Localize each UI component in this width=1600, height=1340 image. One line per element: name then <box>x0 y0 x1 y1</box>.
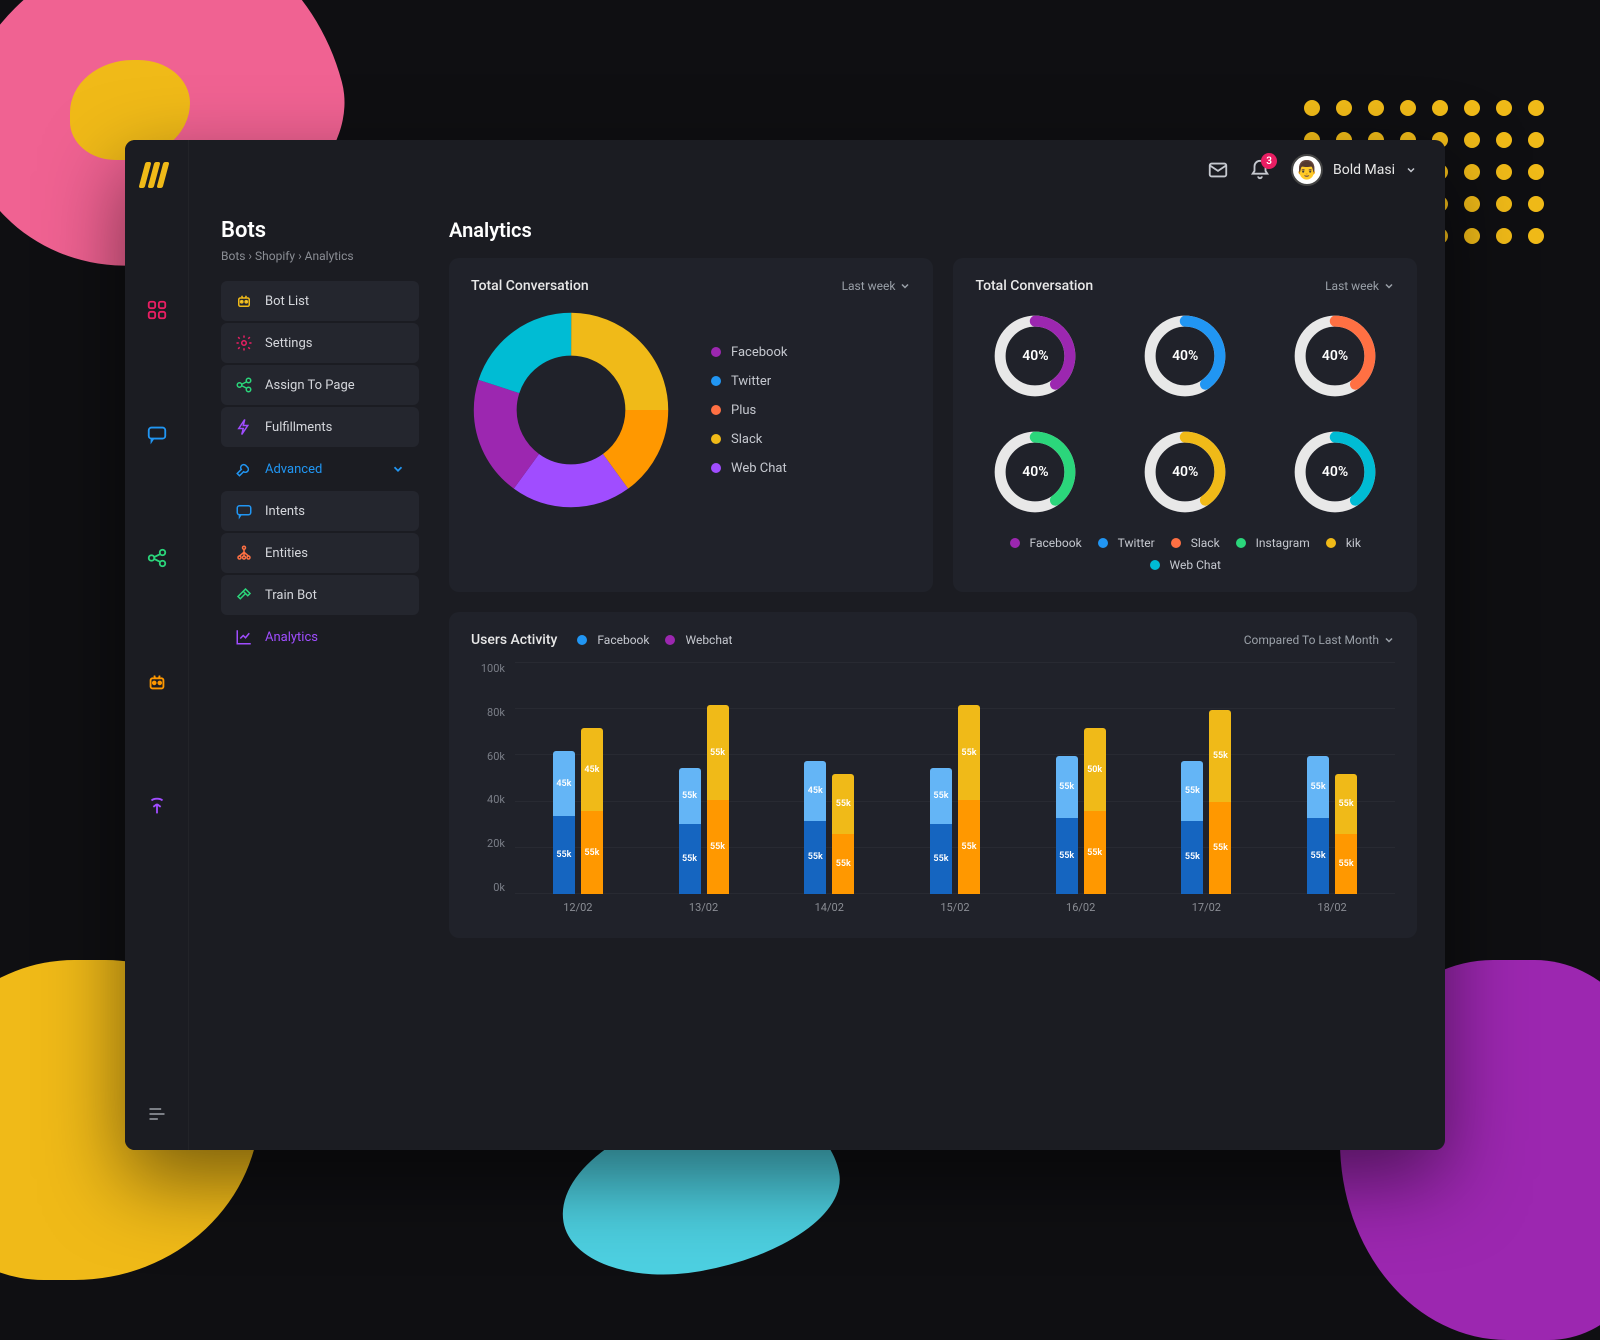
sidebar-item-label: Settings <box>265 336 312 351</box>
sidebar-item-label: Analytics <box>265 630 318 645</box>
tree-icon <box>235 544 253 562</box>
rail-broadcast-icon[interactable] <box>145 794 169 818</box>
dropdown-last-week[interactable]: Last week <box>842 279 912 293</box>
sidebar-item-assign-to-page[interactable]: Assign To Page <box>221 365 419 405</box>
legend-item: Slack <box>711 432 787 447</box>
card-total-conversation-gauges: Total Conversation Last week 40% 40% 40%… <box>953 258 1417 592</box>
logo-icon[interactable] <box>142 162 172 188</box>
chart-legend: Facebook Webchat <box>577 633 732 647</box>
rail-dashboard-icon[interactable] <box>145 298 169 322</box>
chevron-down-icon <box>899 280 911 292</box>
legend-item: Slack <box>1171 536 1220 550</box>
chevron-down-icon <box>1383 280 1395 292</box>
sidebar-item-fulfillments[interactable]: Fulfillments <box>221 407 419 447</box>
section-title: Analytics <box>449 218 1417 242</box>
user-menu[interactable]: 👨 Bold Masi <box>1291 154 1417 186</box>
dropdown-last-week[interactable]: Last week <box>1325 279 1395 293</box>
gauge-grid: 40% 40% 40% 40% 40% 40% <box>975 310 1395 518</box>
gauge-facebook: 40% <box>989 310 1081 402</box>
sidebar-item-analytics[interactable]: Analytics <box>221 617 419 657</box>
nav-rail <box>125 140 189 1150</box>
bar-group: 55k55k55k 55k55k55k 17/02 <box>1181 710 1231 894</box>
sidebar-item-settings[interactable]: Settings <box>221 323 419 363</box>
bar-group: 55k55k55k 55k50k55k 16/02 <box>1056 728 1106 894</box>
sidebar-item-bot-list[interactable]: Bot List <box>221 281 419 321</box>
chevron-down-icon <box>1383 634 1395 646</box>
mail-icon[interactable] <box>1207 159 1229 181</box>
gear-icon <box>235 334 253 352</box>
legend-item: Plus <box>711 403 787 418</box>
rail-chat-icon[interactable] <box>145 422 169 446</box>
bar-group: 55k55k55k 55k55k55k 15/02 <box>930 705 980 894</box>
sidebar-item-label: Train Bot <box>265 588 317 603</box>
sidebar-item-label: Fulfillments <box>265 420 332 435</box>
sidebar-item-label: Entities <box>265 546 308 561</box>
bar-group: 55k45k55k 55k55k55k 14/02 <box>804 761 854 894</box>
notification-badge: 3 <box>1261 153 1277 169</box>
bell-icon[interactable]: 3 <box>1249 159 1271 181</box>
card-total-conversation-donut: Total Conversation Last week Facebook Twi… <box>449 258 933 592</box>
legend-item: Web Chat <box>1150 558 1221 572</box>
legend-item: Webchat <box>665 633 732 647</box>
bar-group: 55k55k55k 55k55k55k 13/02 <box>679 705 729 894</box>
breadcrumb: Bots › Shopify › Analytics <box>221 249 419 263</box>
avatar: 👨 <box>1291 154 1323 186</box>
bar-group: 55k45k55k 55k45k55k 12/02 <box>553 728 603 894</box>
topbar: 3 👨 Bold Masi <box>189 140 1445 200</box>
hammer-icon <box>235 586 253 604</box>
legend-item: Facebook <box>1010 536 1082 550</box>
share-icon <box>235 376 253 394</box>
sidebar-item-advanced[interactable]: Advanced <box>221 449 419 489</box>
wrench-icon <box>235 460 253 478</box>
sidebar-item-train-bot[interactable]: Train Bot <box>221 575 419 615</box>
sidebar-item-label: Bot List <box>265 294 309 309</box>
content: Analytics Total Conversation Last week F… <box>439 200 1445 1150</box>
donut-legend: Facebook Twitter Plus Slack Web Chat <box>711 345 787 476</box>
sidebar-item-label: Advanced <box>265 462 322 477</box>
donut-chart <box>471 310 671 510</box>
legend-item: Instagram <box>1236 536 1310 550</box>
rail-share-icon[interactable] <box>145 546 169 570</box>
gauge-instagram: 40% <box>989 426 1081 518</box>
chevron-down-icon <box>391 462 405 476</box>
gauge-twitter: 40% <box>1139 310 1231 402</box>
card-title: Total Conversation <box>975 278 1093 294</box>
y-axis: 100k80k60k40k20k0k <box>471 658 515 918</box>
user-name: Bold Masi <box>1333 162 1395 178</box>
legend-item: Facebook <box>577 633 649 647</box>
gauge-slack: 40% <box>1289 310 1381 402</box>
gauge-kik: 40% <box>1139 426 1231 518</box>
chart-icon <box>235 628 253 646</box>
sidebar-item-label: Intents <box>265 504 305 519</box>
rail-robot-icon[interactable] <box>145 670 169 694</box>
gauge-legend: Facebook Twitter Slack Instagram kik Web Chat <box>975 536 1395 572</box>
rail-menu-icon[interactable] <box>145 1102 169 1126</box>
sidebar-item-label: Assign To Page <box>265 378 355 393</box>
card-title: Users Activity <box>471 632 557 648</box>
card-title: Total Conversation <box>471 278 589 294</box>
legend-item: Web Chat <box>711 461 787 476</box>
card-users-activity: Users Activity Facebook Webchat Compared … <box>449 612 1417 938</box>
sidebar-item-entities[interactable]: Entities <box>221 533 419 573</box>
robot-icon <box>235 292 253 310</box>
page-title: Bots <box>221 218 419 243</box>
sidebar-menu: Bot List Settings Assign To Page Fulfillmen… <box>221 281 419 657</box>
gauge-web-chat: 40% <box>1289 426 1381 518</box>
chevron-down-icon <box>1405 164 1417 176</box>
legend-item: Twitter <box>711 374 787 389</box>
legend-item: Facebook <box>711 345 787 360</box>
sidebar-item-intents[interactable]: Intents <box>221 491 419 531</box>
bar-plot: 55k45k55k 55k45k55k 12/02 55k55k55k 55k5… <box>515 658 1395 918</box>
legend-item: Twitter <box>1098 536 1155 550</box>
legend-item: kik <box>1326 536 1361 550</box>
app-window: 3 👨 Bold Masi Bots Bots › Shopify › Anal… <box>125 140 1445 1150</box>
bolt-icon <box>235 418 253 436</box>
dropdown-compared[interactable]: Compared To Last Month <box>1244 633 1395 647</box>
chat-icon <box>235 502 253 520</box>
main-area: 3 👨 Bold Masi Bots Bots › Shopify › Anal… <box>189 140 1445 1150</box>
sidebar: Bots Bots › Shopify › Analytics Bot List… <box>189 200 439 1150</box>
bar-group: 55k55k55k 55k55k55k 18/02 <box>1307 756 1357 894</box>
